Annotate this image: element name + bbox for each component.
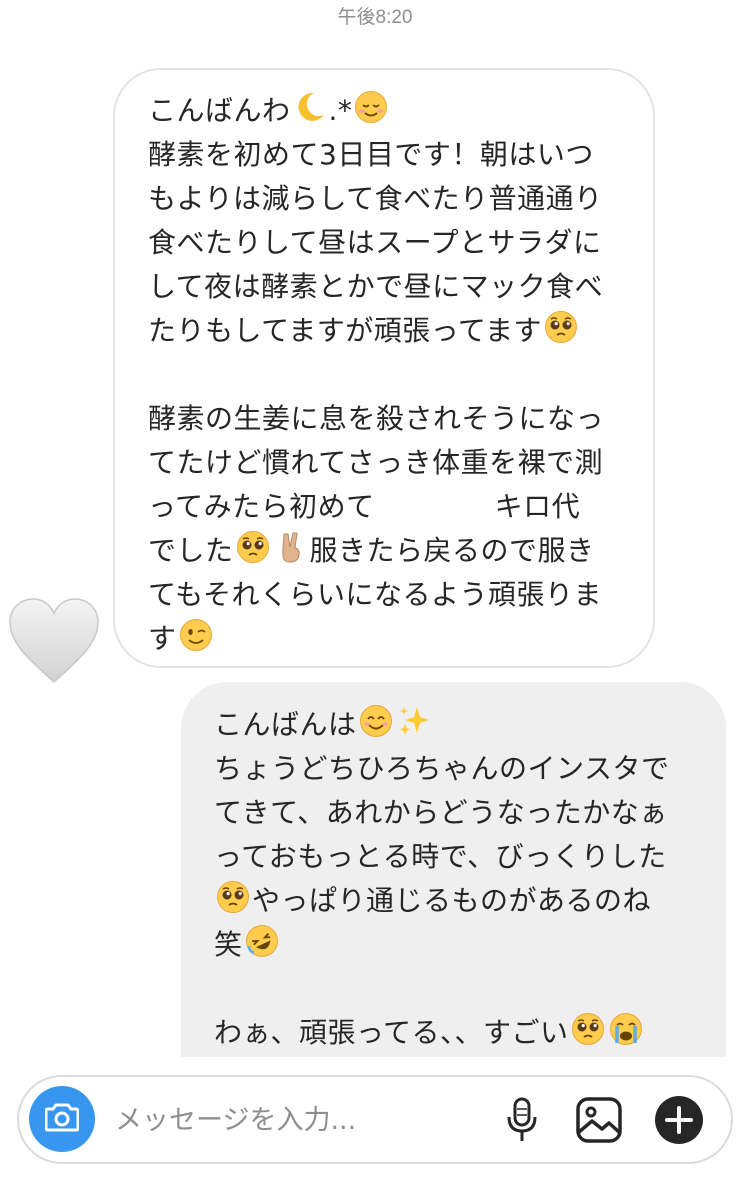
microphone-icon (505, 1097, 539, 1147)
relieved-face-icon (354, 90, 388, 137)
microphone-button[interactable] (497, 1097, 547, 1147)
message-line: して夜は酵素とかで昼にマック食べ (148, 270, 604, 303)
message-timestamp: 午後8:20 (337, 7, 413, 28)
white-heart-reaction-icon[interactable] (7, 596, 101, 686)
camera-icon (44, 1102, 80, 1136)
message-line: てもそれくらいになるよう頑張りま (148, 578, 603, 611)
message-line: こんばんは (214, 703, 716, 747)
crescent-moon-icon (293, 90, 327, 137)
add-button[interactable] (654, 1095, 704, 1149)
plus-icon (654, 1095, 704, 1149)
message-line: でした 服きたら戻るので服き (148, 529, 633, 573)
pleading-face-icon (571, 1012, 605, 1059)
pleading-face-icon (544, 310, 578, 357)
message-input[interactable] (115, 1097, 485, 1143)
camera-button[interactable] (29, 1086, 95, 1152)
sent-message-bubble[interactable]: こんばんは ちょうどちひろちゃんのインスタで てきて、あれからどうなったかなぁ … (181, 682, 726, 1057)
message-line: やっぱり通じるものがあるのね (214, 879, 716, 923)
message-line: っておもっとる時で、びっくりした (214, 840, 667, 873)
message-line: 酵素を初めて3日目です！朝はいつ (148, 138, 594, 171)
message-line: たりもしてますが頑張ってます (148, 309, 633, 353)
message-composer (17, 1075, 733, 1164)
message-line: 笑 (214, 923, 716, 967)
redacted-area (374, 490, 495, 520)
message-line: す (148, 617, 633, 661)
loudly-crying-face-icon (609, 1012, 643, 1059)
message-line: ってみたら初めて キロ代 (148, 490, 581, 523)
sparkle-text: .* (328, 94, 353, 127)
smiling-face-icon (359, 704, 393, 751)
received-message-bubble[interactable]: こんばんわ .* 酵素を初めて3日目です！朝はいつ もよりは減らして食べたり普通通… (113, 68, 655, 668)
message-line: こんばんわ .* (148, 89, 633, 133)
message-line: 酵素の生姜に息を殺されそうになっ (148, 402, 605, 435)
message-line: ちょうどちひろちゃんのインスタで (214, 752, 670, 785)
message-line: てきて、あれからどうなったかなぁ (214, 796, 668, 829)
message-line: もよりは減らして食べたり普通通り (148, 182, 603, 215)
message-line: 食べたりして昼はスープとサラダに (148, 226, 602, 259)
message-line: てたけど慣れてさっき体重を裸で測 (148, 446, 604, 479)
winking-face-icon (179, 618, 213, 665)
pleading-face-icon (216, 880, 250, 927)
image-icon (575, 1096, 623, 1148)
message-line: わぁ、頑張ってる、、すごい (214, 1011, 716, 1055)
gallery-button[interactable] (574, 1097, 624, 1147)
victory-hand-icon (274, 530, 308, 577)
sparkles-icon (397, 704, 431, 751)
rolling-laughing-face-icon (245, 924, 279, 971)
pleading-face-icon (236, 530, 270, 577)
